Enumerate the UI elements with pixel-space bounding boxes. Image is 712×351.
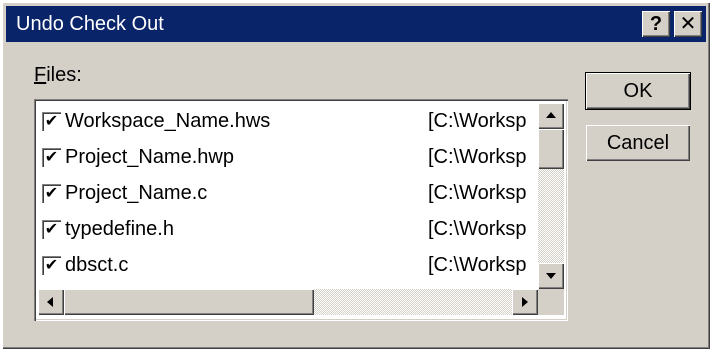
close-button[interactable]: ✕ [674, 11, 702, 37]
file-path: [C:\Worksp [428, 182, 527, 204]
file-path: [C:\Worksp [428, 146, 527, 168]
file-name: Workspace_Name.hws [65, 110, 271, 132]
undo-check-out-dialog: Undo Check Out ? ✕ Files: ✔ Workspace_Na… [2, 2, 710, 349]
files-label-text: iles: [46, 64, 82, 86]
title-bar[interactable]: Undo Check Out ? ✕ [6, 6, 706, 42]
arrow-down-icon [546, 273, 556, 279]
arrow-left-icon [47, 297, 53, 307]
cancel-button[interactable]: Cancel [586, 125, 690, 161]
arrow-right-icon [522, 297, 528, 307]
file-checkbox[interactable]: ✔ [42, 220, 61, 239]
list-item[interactable]: ✔ Project_Name.hwp [C:\Worksp [38, 139, 538, 175]
scroll-up-button[interactable] [538, 103, 564, 129]
arrow-up-icon [546, 112, 556, 118]
vertical-scroll-thumb[interactable] [538, 129, 564, 169]
file-path: [C:\Worksp [428, 110, 527, 132]
help-button[interactable]: ? [642, 11, 670, 37]
files-list: ✔ Workspace_Name.hws [C:\Worksp ✔ Projec… [38, 103, 538, 289]
list-item[interactable]: ✔ Project_Name.c [C:\Worksp [38, 175, 538, 211]
horizontal-scrollbar[interactable] [38, 289, 538, 315]
file-name: typedefine.h [65, 218, 174, 240]
list-item[interactable]: ✔ Workspace_Name.hws [C:\Worksp [38, 103, 538, 139]
vertical-scrollbar[interactable] [538, 103, 564, 289]
file-checkbox[interactable]: ✔ [42, 112, 61, 131]
horizontal-scroll-thumb[interactable] [64, 289, 314, 315]
list-item[interactable]: ✔ dbsct.c [C:\Worksp [38, 247, 538, 283]
file-name: Project_Name.hwp [65, 146, 234, 168]
file-name: dbsct.c [65, 254, 129, 276]
file-checkbox[interactable]: ✔ [42, 256, 61, 275]
file-checkbox[interactable]: ✔ [42, 184, 61, 203]
scrollbar-corner [538, 289, 564, 315]
file-path: [C:\Worksp [428, 218, 527, 240]
dialog-title: Undo Check Out [16, 13, 164, 35]
file-path: [C:\Worksp [428, 254, 527, 276]
files-label-mnemonic: F [34, 64, 47, 86]
scroll-left-button[interactable] [38, 289, 64, 315]
ok-button[interactable]: OK [585, 72, 691, 110]
scroll-right-button[interactable] [512, 289, 538, 315]
file-checkbox[interactable]: ✔ [42, 148, 61, 167]
list-item[interactable]: ✔ typedefine.h [C:\Worksp [38, 211, 538, 247]
file-name: Project_Name.c [65, 182, 208, 204]
scroll-down-button[interactable] [538, 263, 564, 289]
files-label: Files: [34, 64, 82, 87]
files-listbox[interactable]: ✔ Workspace_Name.hws [C:\Worksp ✔ Projec… [34, 99, 568, 321]
